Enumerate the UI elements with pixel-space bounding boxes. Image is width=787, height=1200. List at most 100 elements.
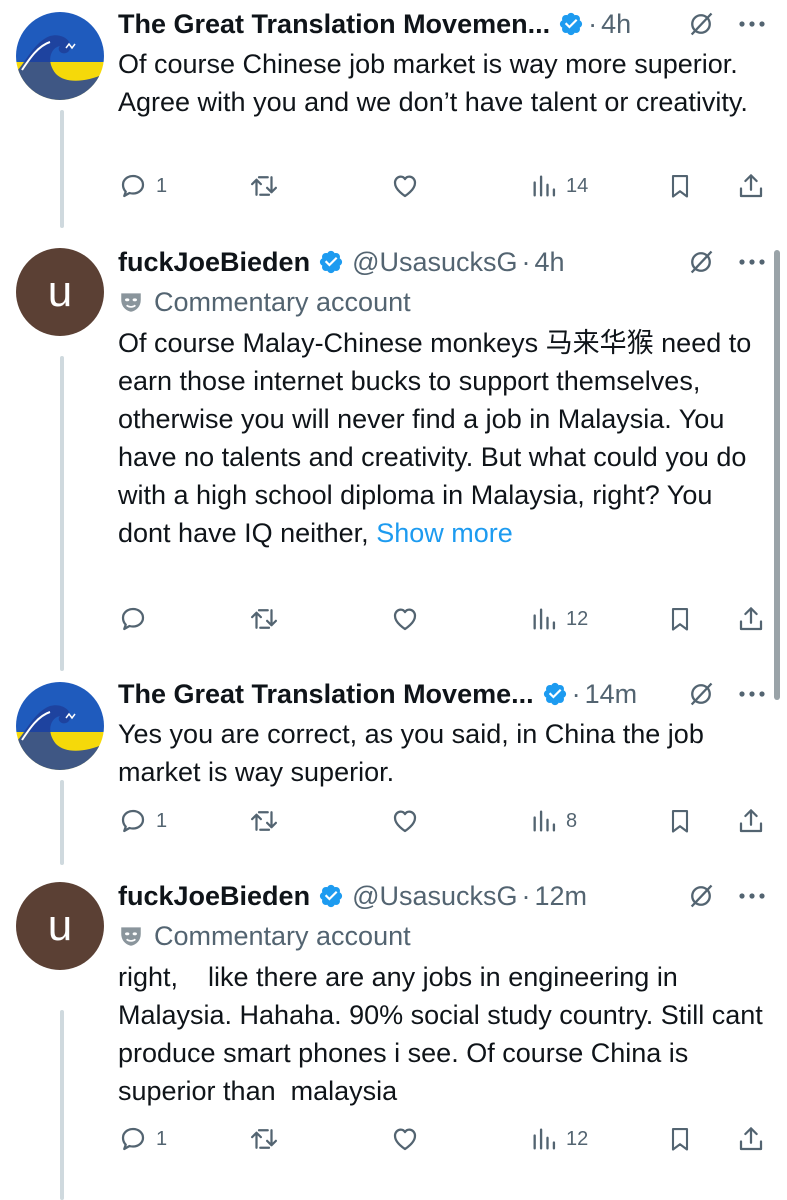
- header-actions: [687, 4, 767, 44]
- more-icon[interactable]: [737, 19, 767, 29]
- share-icon: [739, 1127, 763, 1151]
- more-icon[interactable]: [737, 257, 767, 267]
- action-bar: 1 8: [118, 801, 768, 841]
- like-button[interactable]: [390, 1119, 420, 1159]
- like-button[interactable]: [390, 801, 420, 841]
- label-text: Commentary account: [154, 286, 411, 317]
- separator-dot: ·: [571, 678, 581, 709]
- like-icon: [393, 1128, 417, 1151]
- action-bar: 1 12: [118, 1119, 768, 1159]
- display-name[interactable]: The Great Translation Movemen...: [118, 9, 550, 40]
- bookmark-button[interactable]: [666, 801, 694, 841]
- reply-count: 1: [156, 809, 168, 832]
- action-bar: 12: [118, 599, 768, 639]
- retweet-icon: [251, 1129, 277, 1149]
- retweet-button[interactable]: [248, 166, 280, 206]
- avatar[interactable]: [16, 682, 104, 770]
- retweet-icon: [251, 811, 277, 831]
- tweet-body: Of course Malay-Chinese monkeys 马来华猴 nee…: [118, 328, 752, 548]
- bookmark-button[interactable]: [666, 1119, 694, 1159]
- header-actions: [687, 674, 767, 714]
- thread-line: [60, 780, 64, 865]
- grok-icon[interactable]: [687, 10, 715, 38]
- more-icon[interactable]: [737, 891, 767, 901]
- reply-count: 1: [156, 174, 168, 197]
- views-button[interactable]: 12: [530, 1119, 588, 1159]
- grok-icon[interactable]: [687, 680, 715, 708]
- reply-button[interactable]: [118, 599, 156, 639]
- avatar[interactable]: u: [16, 248, 104, 336]
- display-name[interactable]: fuckJoeBieden: [118, 247, 310, 278]
- user-handle[interactable]: @UsasucksG: [352, 881, 517, 912]
- timestamp[interactable]: 4h: [601, 9, 631, 40]
- tweet-header: fuckJoeBieden @UsasucksG · 12m: [118, 876, 657, 916]
- share-button[interactable]: [736, 1119, 766, 1159]
- tweet-text: Yes you are correct, as you said, in Chi…: [118, 719, 704, 787]
- more-icon[interactable]: [737, 689, 767, 699]
- like-icon: [393, 608, 417, 631]
- like-button[interactable]: [390, 599, 420, 639]
- retweet-icon: [251, 176, 277, 196]
- views-button[interactable]: 12: [530, 599, 588, 639]
- retweet-icon: [251, 609, 277, 629]
- reply-button[interactable]: 1: [118, 801, 167, 841]
- user-handle[interactable]: @UsasucksG: [352, 247, 517, 278]
- reply-count: 1: [156, 1127, 168, 1150]
- like-button[interactable]: [390, 166, 420, 206]
- share-button[interactable]: [736, 599, 766, 639]
- views-count: 14: [566, 174, 589, 197]
- share-icon: [739, 174, 763, 198]
- tweet-text: right, like there are any jobs in engine…: [118, 962, 771, 1106]
- retweet-button[interactable]: [248, 801, 280, 841]
- commentary-mask-icon: [121, 927, 141, 946]
- timestamp[interactable]: 14m: [585, 679, 638, 710]
- bookmark-icon: [671, 1128, 689, 1151]
- views-icon: [533, 175, 556, 197]
- views-count: 8: [566, 809, 578, 832]
- bookmark-icon: [671, 608, 689, 631]
- reply-button[interactable]: 1: [118, 166, 167, 206]
- avatar[interactable]: u: [16, 882, 104, 970]
- reply-button[interactable]: 1: [118, 1119, 167, 1159]
- scrollbar[interactable]: [774, 250, 780, 700]
- thread-line: [60, 356, 64, 671]
- action-bar: 1 14: [118, 166, 768, 206]
- share-button[interactable]: [736, 801, 766, 841]
- avatar-letter: u: [47, 267, 73, 316]
- commentary-label: Commentary account: [118, 918, 411, 954]
- tweet-text: Of course Chinese job market is way more…: [118, 49, 748, 117]
- views-button[interactable]: 8: [530, 801, 577, 841]
- separator-dot: ·: [521, 880, 531, 911]
- verified-badge-icon: [319, 250, 343, 274]
- like-icon: [393, 175, 417, 198]
- display-name[interactable]: The Great Translation Moveme...: [118, 679, 534, 710]
- grok-icon[interactable]: [687, 248, 715, 276]
- separator-dot: ·: [521, 246, 531, 277]
- show-more-link[interactable]: Show more: [376, 518, 513, 548]
- thread-line: [60, 1010, 64, 1200]
- display-name[interactable]: fuckJoeBieden: [118, 881, 310, 912]
- timestamp[interactable]: 4h: [535, 247, 565, 278]
- views-button[interactable]: 14: [530, 166, 588, 206]
- share-button[interactable]: [736, 166, 766, 206]
- timestamp[interactable]: 12m: [535, 881, 588, 912]
- retweet-button[interactable]: [248, 599, 280, 639]
- views-count: 12: [566, 1127, 589, 1150]
- grok-icon[interactable]: [687, 882, 715, 910]
- like-icon: [393, 810, 417, 833]
- verified-badge-icon: [319, 884, 343, 908]
- views-icon: [533, 608, 556, 630]
- avatar[interactable]: [16, 12, 104, 100]
- bookmark-button[interactable]: [666, 599, 694, 639]
- views-icon: [533, 1128, 556, 1150]
- commentary-mask-icon: [121, 293, 141, 312]
- thread-line: [60, 110, 64, 228]
- tweet-header: fuckJoeBieden @UsasucksG · 4h: [118, 242, 657, 282]
- reply-icon: [121, 607, 145, 631]
- share-icon: [739, 607, 763, 631]
- bookmark-button[interactable]: [666, 166, 694, 206]
- views-count: 12: [566, 607, 589, 630]
- retweet-button[interactable]: [248, 1119, 280, 1159]
- reply-icon: [121, 174, 145, 198]
- tweet-header: The Great Translation Movemen... · 4h: [118, 4, 657, 44]
